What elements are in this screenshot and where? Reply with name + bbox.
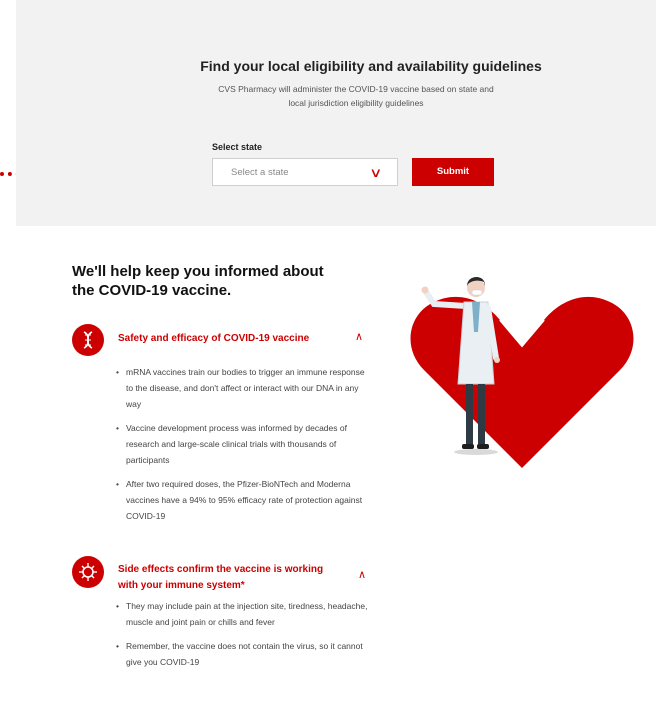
list-item: They may include pain at the injection s… [116, 598, 374, 630]
list-item: mRNA vaccines train our bodies to trigge… [116, 364, 374, 412]
banner-title: Find your local eligibility and availabi… [200, 58, 542, 74]
heart-healthcare-worker-illustration [410, 277, 634, 468]
chevron-down-icon: ∨ [369, 165, 383, 180]
chevron-up-icon[interactable]: ∧ [355, 330, 363, 343]
section-title-safety[interactable]: Safety and efficacy of COVID-19 vaccine [118, 331, 350, 347]
section-title-side-effects[interactable]: Side effects confirm the vaccine is work… [118, 562, 340, 594]
list-item: After two required doses, the Pfizer-Bio… [116, 476, 374, 524]
select-state-label: Select state [212, 142, 263, 152]
eligibility-banner: Find your local eligibility and availabi… [16, 0, 656, 226]
banner-subtitle: CVS Pharmacy will administer the COVID-1… [218, 84, 494, 108]
safety-bullet-list: mRNA vaccines train our bodies to trigge… [116, 364, 374, 532]
list-item: Remember, the vaccine does not contain t… [116, 638, 374, 670]
side-effects-bullet-list: They may include pain at the injection s… [116, 598, 374, 678]
list-item: Vaccine development process was informed… [116, 420, 374, 468]
virus-icon [72, 556, 104, 588]
submit-button[interactable]: Submit [412, 158, 494, 186]
state-dropdown[interactable]: Select a state ∨ [212, 158, 398, 186]
chevron-up-icon[interactable]: ∧ [358, 568, 366, 581]
state-dropdown-placeholder: Select a state [231, 167, 289, 178]
info-heading: We'll help keep you informed about the C… [72, 263, 324, 299]
dna-icon [72, 324, 104, 356]
